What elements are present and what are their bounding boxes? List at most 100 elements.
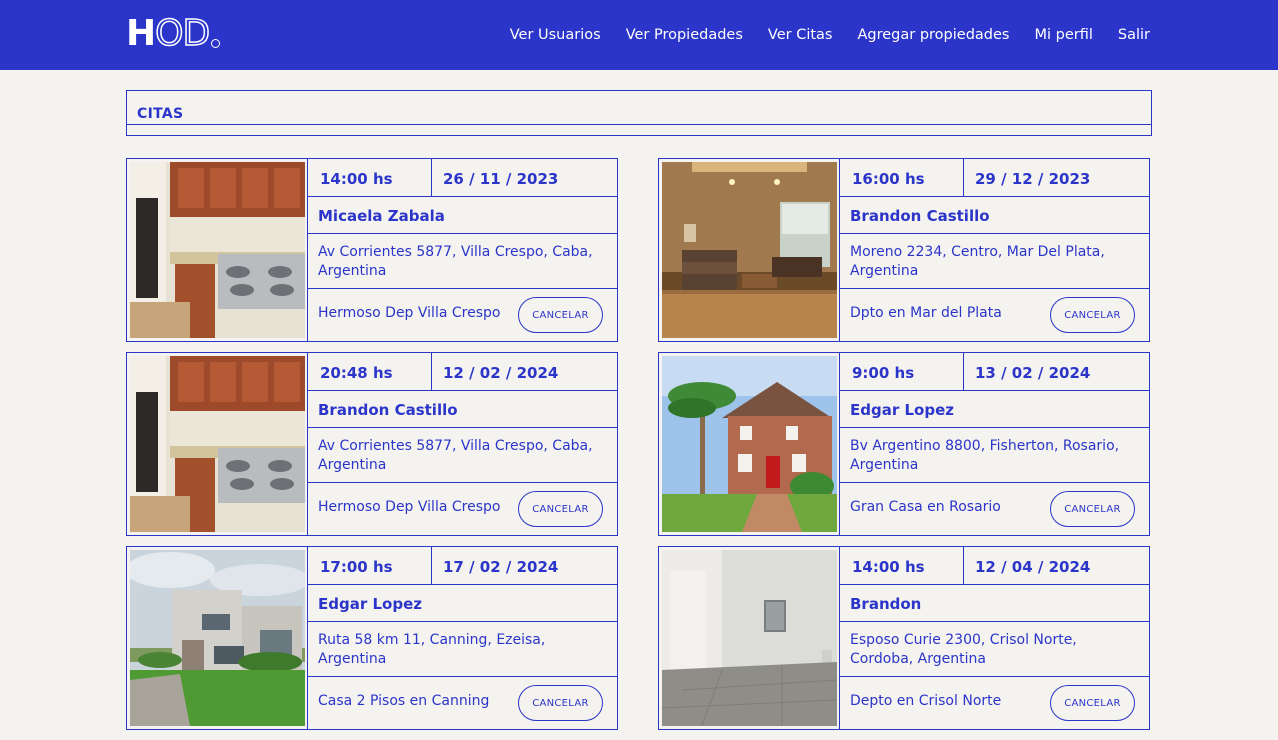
nav-ver-usuarios[interactable]: Ver Usuarios (510, 27, 601, 43)
time-date-divider (963, 547, 964, 584)
appointment-card: 20:48 hs 12 / 02 / 2024 Brandon Castillo… (126, 352, 618, 536)
nav-ver-propiedades[interactable]: Ver Propiedades (626, 27, 743, 43)
client-name: Brandon (850, 595, 922, 613)
property-title: Depto en Crisol Norte (850, 693, 1002, 709)
card-info: 14:00 hs 12 / 04 / 2024 Brandon Esposo C… (840, 547, 1149, 729)
property-title: Hermoso Dep Villa Crespo (318, 499, 501, 515)
page-title: CITAS (137, 106, 184, 122)
cancel-button[interactable]: CANCELAR (1050, 685, 1135, 721)
cancel-button[interactable]: CANCELAR (518, 491, 603, 527)
appointment-card: 9:00 hs 13 / 02 / 2024 Edgar Lopez Bv Ar… (658, 352, 1150, 536)
nav-agregar-propiedades[interactable]: Agregar propiedades (857, 27, 1009, 43)
appointment-date: 12 / 02 / 2024 (443, 364, 559, 382)
time-date-divider (431, 547, 432, 584)
empty-room-photo-svg (662, 550, 837, 726)
cancel-button[interactable]: CANCELAR (518, 685, 603, 721)
appointment-time: 14:00 hs (852, 558, 925, 576)
property-title: Hermoso Dep Villa Crespo (318, 305, 501, 321)
kitchen-photo-svg (130, 356, 305, 532)
card-info: 17:00 hs 17 / 02 / 2024 Edgar Lopez Ruta… (308, 547, 617, 729)
address-row: Esposo Curie 2300, Crisol Norte, Cordoba… (840, 622, 1149, 677)
cancel-button[interactable]: CANCELAR (1050, 491, 1135, 527)
house-palm-photo-svg (662, 356, 837, 532)
property-title: Casa 2 Pisos en Canning (318, 693, 490, 709)
logo[interactable]: H OD (126, 13, 221, 55)
appointment-time: 9:00 hs (852, 364, 915, 382)
nav-mi-perfil[interactable]: Mi perfil (1034, 27, 1092, 43)
cancel-button[interactable]: CANCELAR (1050, 297, 1135, 333)
address-row: Av Corrientes 5877, Villa Crespo, Caba, … (308, 234, 617, 289)
appointment-time: 20:48 hs (320, 364, 393, 382)
property-address: Av Corrientes 5877, Villa Crespo, Caba, … (318, 438, 593, 473)
property-row: Hermoso Dep Villa Crespo CANCELAR (308, 483, 617, 535)
empty-room-photo (662, 550, 837, 726)
appointment-date: 17 / 02 / 2024 (443, 558, 559, 576)
logo-dot (211, 39, 221, 48)
time-date-row: 14:00 hs 26 / 11 / 2023 (308, 159, 617, 197)
living-room-photo-svg (662, 162, 837, 338)
time-date-divider (963, 353, 964, 390)
property-address: Bv Argentino 8800, Fisherton, Rosario, A… (850, 438, 1120, 473)
appointment-card: 14:00 hs 26 / 11 / 2023 Micaela Zabala A… (126, 158, 618, 342)
address-row: Ruta 58 km 11, Canning, Ezeisa, Argentin… (308, 622, 617, 677)
appointment-date: 12 / 04 / 2024 (975, 558, 1091, 576)
property-row: Depto en Crisol Norte CANCELAR (840, 677, 1149, 729)
property-address: Moreno 2234, Centro, Mar Del Plata, Arge… (850, 244, 1105, 279)
navbar: H OD Ver Usuarios Ver Propiedades Ver Ci… (0, 0, 1278, 70)
appointment-date: 26 / 11 / 2023 (443, 170, 559, 188)
cancel-button[interactable]: CANCELAR (518, 297, 603, 333)
client-row: Edgar Lopez (308, 585, 617, 622)
appointment-card: 17:00 hs 17 / 02 / 2024 Edgar Lopez Ruta… (126, 546, 618, 730)
client-row: Micaela Zabala (308, 197, 617, 234)
address-row: Bv Argentino 8800, Fisherton, Rosario, A… (840, 428, 1149, 483)
appointment-time: 17:00 hs (320, 558, 393, 576)
nav-salir[interactable]: Salir (1118, 27, 1150, 43)
property-address: Ruta 58 km 11, Canning, Ezeisa, Argentin… (318, 632, 546, 667)
client-row: Edgar Lopez (840, 391, 1149, 428)
property-row: Hermoso Dep Villa Crespo CANCELAR (308, 289, 617, 341)
appointment-date: 13 / 02 / 2024 (975, 364, 1091, 382)
appointment-date: 29 / 12 / 2023 (975, 170, 1091, 188)
modern-house-photo-svg (130, 550, 305, 726)
time-date-divider (431, 159, 432, 196)
appointment-card: 16:00 hs 29 / 12 / 2023 Brandon Castillo… (658, 158, 1150, 342)
property-title: Dpto en Mar del Plata (850, 305, 1002, 321)
address-row: Moreno 2234, Centro, Mar Del Plata, Arge… (840, 234, 1149, 289)
nav-menu: Ver Usuarios Ver Propiedades Ver Citas A… (510, 0, 1150, 70)
card-info: 9:00 hs 13 / 02 / 2024 Edgar Lopez Bv Ar… (840, 353, 1149, 535)
property-row: Gran Casa en Rosario CANCELAR (840, 483, 1149, 535)
time-date-row: 16:00 hs 29 / 12 / 2023 (840, 159, 1149, 197)
card-info: 14:00 hs 26 / 11 / 2023 Micaela Zabala A… (308, 159, 617, 341)
card-info: 20:48 hs 12 / 02 / 2024 Brandon Castillo… (308, 353, 617, 535)
client-name: Edgar Lopez (318, 595, 422, 613)
client-name: Brandon Castillo (850, 207, 990, 225)
appointment-card: 14:00 hs 12 / 04 / 2024 Brandon Esposo C… (658, 546, 1150, 730)
client-name: Edgar Lopez (850, 401, 954, 419)
living-room-photo (662, 162, 837, 338)
property-address: Av Corrientes 5877, Villa Crespo, Caba, … (318, 244, 593, 279)
time-date-row: 17:00 hs 17 / 02 / 2024 (308, 547, 617, 585)
kitchen-photo (130, 356, 305, 532)
property-address: Esposo Curie 2300, Crisol Norte, Cordoba… (850, 632, 1077, 667)
client-row: Brandon Castillo (840, 197, 1149, 234)
property-row: Dpto en Mar del Plata CANCELAR (840, 289, 1149, 341)
house-palm-photo (662, 356, 837, 532)
header-rule (127, 124, 1151, 125)
property-row: Casa 2 Pisos en Canning CANCELAR (308, 677, 617, 729)
client-row: Brandon (840, 585, 1149, 622)
time-date-row: 20:48 hs 12 / 02 / 2024 (308, 353, 617, 391)
client-row: Brandon Castillo (308, 391, 617, 428)
logo-letter-h: H (126, 13, 156, 54)
kitchen-photo (130, 162, 305, 338)
logo-letters-od: OD (154, 13, 211, 55)
time-date-divider (963, 159, 964, 196)
client-name: Micaela Zabala (318, 207, 445, 225)
appointment-time: 14:00 hs (320, 170, 393, 188)
time-date-divider (431, 353, 432, 390)
time-date-row: 14:00 hs 12 / 04 / 2024 (840, 547, 1149, 585)
client-name: Brandon Castillo (318, 401, 458, 419)
address-row: Av Corrientes 5877, Villa Crespo, Caba, … (308, 428, 617, 483)
kitchen-photo-svg (130, 162, 305, 338)
nav-ver-citas[interactable]: Ver Citas (768, 27, 833, 43)
modern-house-photo (130, 550, 305, 726)
